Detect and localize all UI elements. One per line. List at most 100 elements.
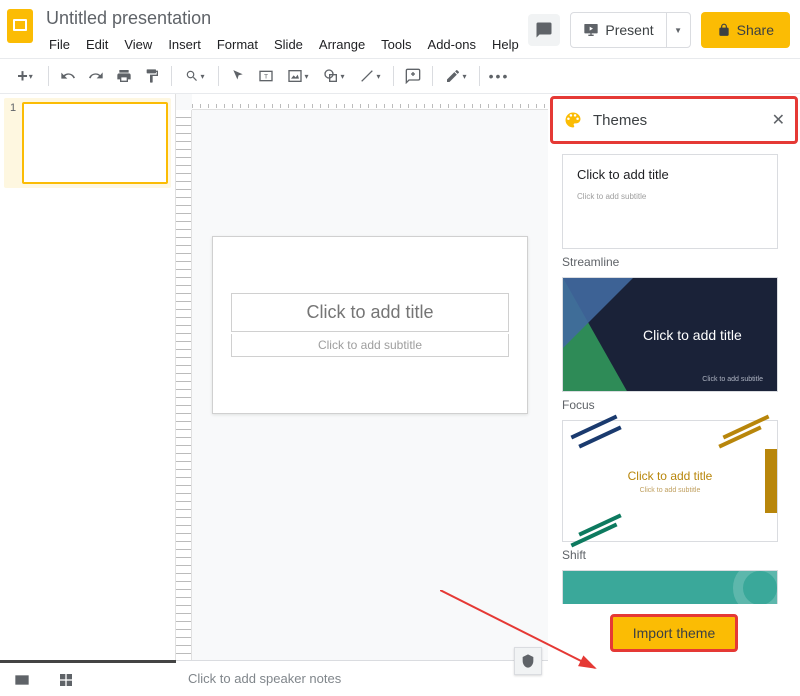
menu-tools[interactable]: Tools xyxy=(374,33,418,56)
canvas-area: Click to add title Click to add subtitle xyxy=(176,94,548,660)
import-theme-button[interactable]: Import theme xyxy=(610,614,738,652)
import-theme-wrap: Import theme xyxy=(548,604,800,660)
speaker-notes[interactable]: Click to add speaker notes xyxy=(176,660,548,696)
menu-format[interactable]: Format xyxy=(210,33,265,56)
present-group: Present ▼ xyxy=(570,12,690,48)
new-slide-button[interactable]: +▾ xyxy=(8,63,42,89)
menu-insert[interactable]: Insert xyxy=(161,33,208,56)
present-icon xyxy=(583,22,599,38)
present-dropdown[interactable]: ▼ xyxy=(666,13,690,47)
grid-view-button[interactable] xyxy=(44,663,88,696)
more-icon[interactable]: ••• xyxy=(486,63,512,89)
add-comment-icon xyxy=(405,68,421,84)
image-tool[interactable]: ▾ xyxy=(281,63,315,89)
close-themes-button[interactable]: ✕ xyxy=(772,110,785,130)
themes-title: Themes xyxy=(593,112,762,129)
comment-tool[interactable] xyxy=(400,63,426,89)
ruler-vertical xyxy=(176,110,192,660)
menu-edit[interactable]: Edit xyxy=(79,33,115,56)
undo-icon xyxy=(60,68,76,84)
toolbar: +▾ ▾ T ▾ ▾ ▾ ▾ ••• xyxy=(0,58,800,94)
grid-icon xyxy=(58,672,74,688)
theme-preview-title: Click to add title xyxy=(628,469,713,483)
zoom-button[interactable]: ▾ xyxy=(178,63,212,89)
menu-help[interactable]: Help xyxy=(485,33,526,56)
theme-streamline[interactable]: Click to add title Click to add subtitle xyxy=(562,154,778,249)
menu-file[interactable]: File xyxy=(42,33,77,56)
separator xyxy=(48,66,49,86)
ruler-horizontal xyxy=(192,94,548,110)
redo-button[interactable] xyxy=(83,63,109,89)
print-button[interactable] xyxy=(111,63,137,89)
comments-button[interactable] xyxy=(528,14,560,46)
explore-button[interactable] xyxy=(514,647,542,675)
title-placeholder[interactable]: Click to add title xyxy=(231,293,509,332)
share-button[interactable]: Share xyxy=(701,12,790,48)
line-icon xyxy=(359,68,375,84)
textbox-tool[interactable]: T xyxy=(253,63,279,89)
main-area: 1 Click to add title Click to add subtit… xyxy=(0,94,800,660)
lock-icon xyxy=(717,23,731,37)
filmstrip-view-button[interactable] xyxy=(0,663,44,696)
paint-format-button[interactable] xyxy=(139,63,165,89)
subtitle-text: Click to add subtitle xyxy=(232,338,508,352)
slide[interactable]: Click to add title Click to add subtitle xyxy=(212,236,528,414)
palette-icon xyxy=(563,110,583,130)
themes-panel: Themes ✕ Click to add title Click to add… xyxy=(548,94,800,660)
separator xyxy=(432,66,433,86)
title-block: Untitled presentation File Edit View Ins… xyxy=(42,6,528,56)
theme-focus[interactable]: Click to add title Click to add subtitle xyxy=(562,277,778,392)
separator xyxy=(479,66,480,86)
select-tool[interactable] xyxy=(225,63,251,89)
filmstrip: 1 xyxy=(0,94,176,660)
theme-preview-title: Click to add title xyxy=(577,167,763,182)
menu-addons[interactable]: Add-ons xyxy=(421,33,483,56)
filmstrip-icon xyxy=(14,673,30,687)
close-icon: ✕ xyxy=(772,112,785,129)
theme-momentum[interactable]: Click to add title xyxy=(562,570,778,604)
menu-arrange[interactable]: Arrange xyxy=(312,33,372,56)
header-right: Present ▼ Share xyxy=(528,6,790,48)
share-label: Share xyxy=(737,22,774,38)
theme-preview-sub: Click to add subtitle xyxy=(577,192,763,201)
slide-stage[interactable]: Click to add title Click to add subtitle xyxy=(192,110,548,660)
theme-preview-sub: Click to add subtitle xyxy=(702,376,763,383)
background-menu[interactable]: ▾ xyxy=(439,63,473,89)
chevron-down-icon: ▼ xyxy=(674,26,682,35)
theme-shift[interactable]: Click to add title Click to add subtitle xyxy=(562,420,778,542)
paint-icon xyxy=(144,68,160,84)
separator xyxy=(393,66,394,86)
menu-view[interactable]: View xyxy=(117,33,159,56)
redo-icon xyxy=(88,68,104,84)
theme-preview-title: Click to add title xyxy=(643,327,742,343)
theme-name: Focus xyxy=(562,398,786,412)
slide-number: 1 xyxy=(10,102,16,114)
separator xyxy=(171,66,172,86)
undo-button[interactable] xyxy=(55,63,81,89)
subtitle-placeholder[interactable]: Click to add subtitle xyxy=(231,334,509,357)
themes-header: Themes ✕ xyxy=(550,96,798,144)
present-label: Present xyxy=(605,22,653,38)
title-text: Click to add title xyxy=(232,302,508,323)
theme-name: Streamline xyxy=(562,255,786,269)
menu-slide[interactable]: Slide xyxy=(267,33,310,56)
slides-logo xyxy=(6,8,34,44)
svg-text:T: T xyxy=(264,74,268,81)
doc-title[interactable]: Untitled presentation xyxy=(42,6,528,31)
present-button[interactable]: Present xyxy=(571,13,665,47)
zoom-icon xyxy=(185,69,199,83)
notes-placeholder: Click to add speaker notes xyxy=(188,671,341,686)
bottom-bar: Click to add speaker notes xyxy=(0,660,548,696)
line-tool[interactable]: ▾ xyxy=(353,63,387,89)
themes-list[interactable]: Click to add title Click to add subtitle… xyxy=(548,146,800,604)
menu-bar: File Edit View Insert Format Slide Arran… xyxy=(42,33,528,56)
app-header: Untitled presentation File Edit View Ins… xyxy=(0,0,800,58)
pen-icon xyxy=(445,68,461,84)
shape-tool[interactable]: ▾ xyxy=(317,63,351,89)
theme-preview-sub: Click to add subtitle xyxy=(640,487,701,494)
print-icon xyxy=(116,68,132,84)
thumbnail-preview xyxy=(22,102,168,184)
separator xyxy=(218,66,219,86)
slide-thumbnail-1[interactable]: 1 xyxy=(4,98,171,188)
shape-icon xyxy=(323,68,339,84)
